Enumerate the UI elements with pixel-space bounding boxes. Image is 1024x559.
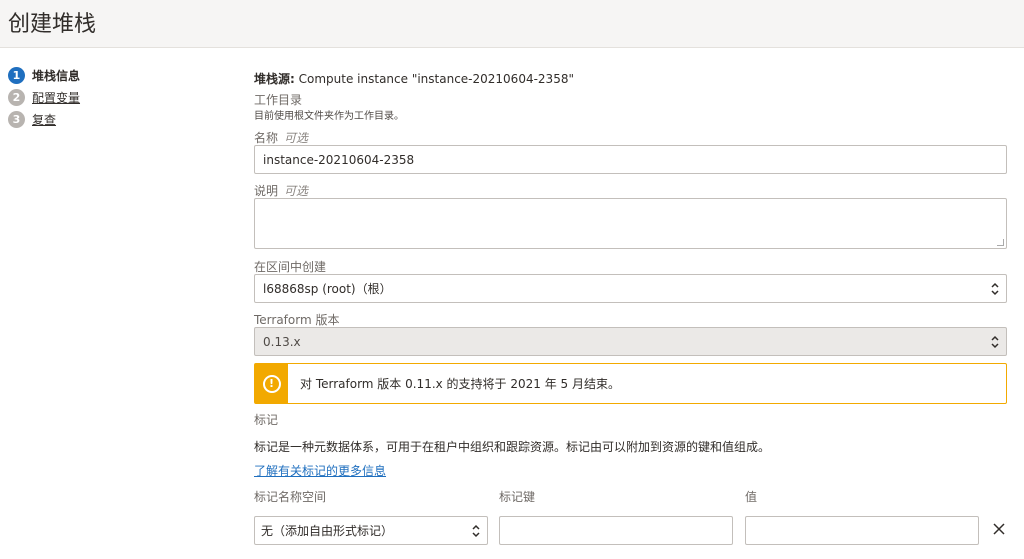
page-title: 创建堆栈 [8,12,97,37]
tag-value-input[interactable] [745,516,979,545]
optional-tag: 可选 [284,131,309,145]
warning-text: 对 Terraform 版本 0.11.x 的支持将于 2021 年 5 月结束… [300,377,620,391]
page-header: 创建堆栈 [0,0,1024,48]
optional-tag: 可选 [284,184,309,198]
step-label: 堆栈信息 [32,68,81,83]
compartment-value: l68868sp (root)（根） [263,282,392,296]
tag-key-label: 标记键 [499,490,536,504]
stack-source: 堆栈源: Compute instance "instance-20210604… [254,70,574,87]
tag-namespace-label: 标记名称空间 [254,490,327,504]
step-configure-variables[interactable]: 2 配置变量 [8,86,80,108]
step-label[interactable]: 配置变量 [32,89,80,106]
description-textarea[interactable] [254,198,1007,249]
tags-description: 标记是一种元数据体系，可用于在租户中组织和跟踪资源。标记由可以附加到资源的键和值… [254,440,771,454]
warning-banner: ! 对 Terraform 版本 0.11.x 的支持将于 2021 年 5 月… [254,363,1007,404]
name-input[interactable]: instance-20210604-2358 [254,145,1007,174]
chevron-updown-icon [991,282,999,295]
workdir-label: 工作目录 [254,93,303,107]
terraform-version-value: 0.13.x [263,334,301,349]
step-number: 3 [8,110,25,128]
step-review[interactable]: 3 复查 [8,108,80,130]
tags-learn-more-link[interactable]: 了解有关标记的更多信息 [254,462,386,479]
stack-source-value: Compute instance "instance-20210604-2358… [298,72,574,86]
warning-bar: ! [255,364,288,403]
terraform-version-select[interactable]: 0.13.x [254,327,1007,356]
compartment-label: 在区间中创建 [254,260,327,274]
workdir-hint: 目前使用根文件夹作为工作目录。 [254,111,404,122]
tag-value-label: 值 [745,490,758,504]
chevron-updown-icon [472,524,480,537]
compartment-select[interactable]: l68868sp (root)（根） [254,274,1007,303]
tags-section-label: 标记 [254,413,279,427]
description-label-text: 说明 [254,184,279,198]
name-label: 名称 可选 [254,129,308,146]
wizard-steps: 1 堆栈信息 2 配置变量 3 复查 [8,64,80,130]
resize-handle-icon[interactable] [997,239,1004,246]
tag-key-input[interactable] [499,516,733,545]
step-label[interactable]: 复查 [32,111,56,128]
name-label-text: 名称 [254,131,279,145]
step-number: 1 [8,66,25,84]
step-number: 2 [8,88,25,106]
description-label: 说明 可选 [254,182,308,199]
tag-namespace-value: 无（添加自由形式标记） [261,524,394,538]
step-stack-info[interactable]: 1 堆栈信息 [8,64,80,86]
terraform-label: Terraform 版本 [254,313,340,327]
chevron-updown-icon [991,335,999,348]
close-icon[interactable] [990,520,1008,538]
stack-source-label: 堆栈源: [254,72,295,86]
tag-namespace-select[interactable]: 无（添加自由形式标记） [254,516,488,545]
exclamation-icon: ! [262,374,281,393]
